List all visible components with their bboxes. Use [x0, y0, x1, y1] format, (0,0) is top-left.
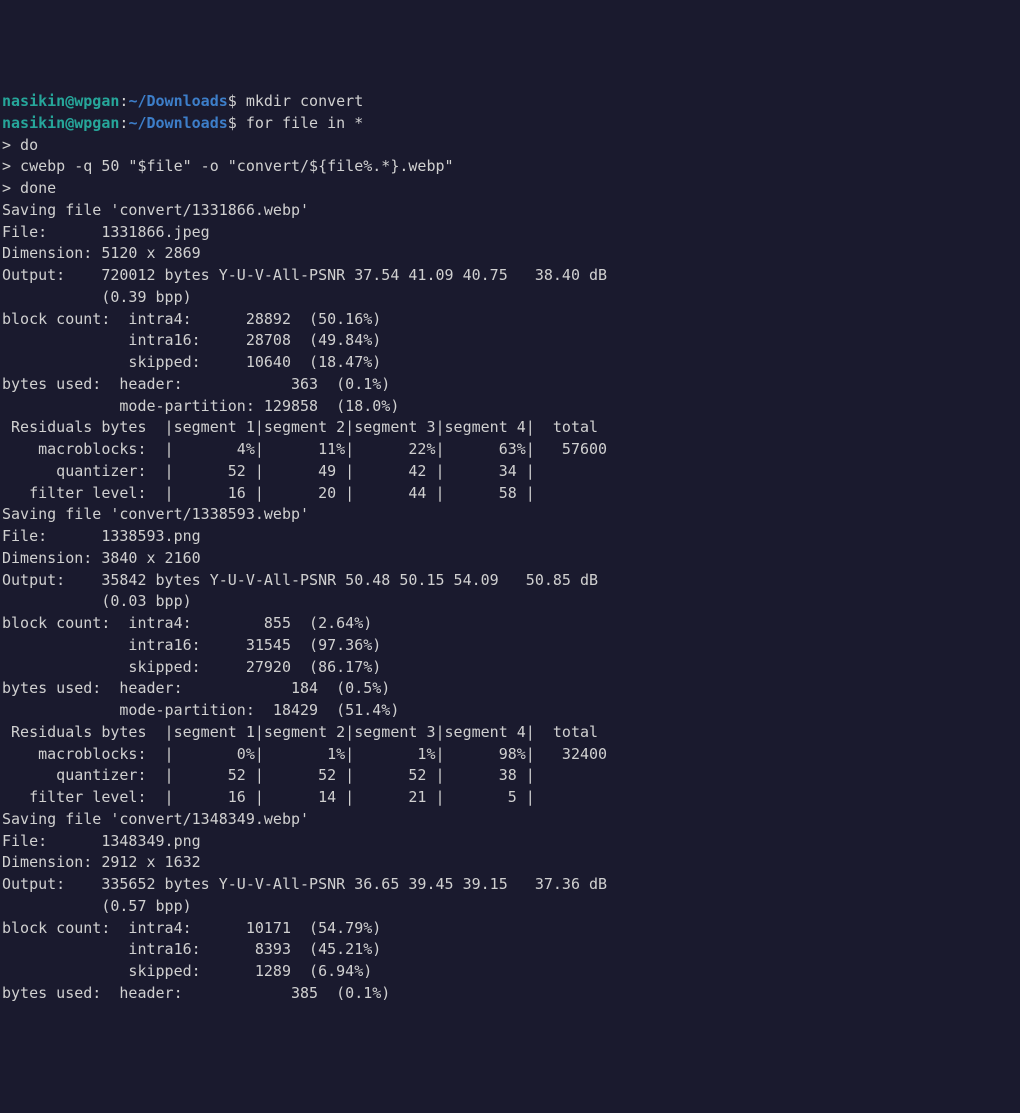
output-line: block count: intra4: 10171 (54.79%): [2, 919, 381, 937]
output-line: Residuals bytes |segment 1|segment 2|seg…: [2, 418, 598, 436]
output-line: Dimension: 2912 x 1632: [2, 853, 201, 871]
prompt-host: wpgan: [74, 92, 119, 110]
prompt-dollar: $: [228, 92, 237, 110]
output-line: bytes used: header: 363 (0.1%): [2, 375, 390, 393]
output-line: quantizer: | 52 | 49 | 42 | 34 |: [2, 462, 535, 480]
command-for: for file in *: [246, 114, 363, 132]
output-line: Output: 335652 bytes Y-U-V-All-PSNR 36.6…: [2, 875, 607, 893]
output-line: File: 1331866.jpeg: [2, 223, 210, 241]
output-line: File: 1348349.png: [2, 832, 201, 850]
output-line: bytes used: header: 184 (0.5%): [2, 679, 390, 697]
output-line: quantizer: | 52 | 52 | 52 | 38 |: [2, 766, 535, 784]
output-line: skipped: 1289 (6.94%): [2, 962, 372, 980]
output-line: block count: intra4: 855 (2.64%): [2, 614, 372, 632]
output-line: skipped: 10640 (18.47%): [2, 353, 381, 371]
output-line: Output: 720012 bytes Y-U-V-All-PSNR 37.5…: [2, 266, 607, 284]
command-do: > do: [2, 136, 38, 154]
prompt-path: ~/Downloads: [128, 92, 227, 110]
output-line: block count: intra4: 28892 (50.16%): [2, 310, 381, 328]
output-line: (0.03 bpp): [2, 592, 192, 610]
output-line: (0.57 bpp): [2, 897, 192, 915]
output-line: skipped: 27920 (86.17%): [2, 658, 381, 676]
output-line: macroblocks: | 4%| 11%| 22%| 63%| 57600: [2, 440, 607, 458]
prompt-path: ~/Downloads: [128, 114, 227, 132]
output-line: Saving file 'convert/1348349.webp': [2, 810, 309, 828]
output-line: (0.39 bpp): [2, 288, 192, 306]
prompt-user: nasikin: [2, 114, 65, 132]
prompt-user: nasikin: [2, 92, 65, 110]
output-line: macroblocks: | 0%| 1%| 1%| 98%| 32400: [2, 745, 607, 763]
output-line: intra16: 8393 (45.21%): [2, 940, 381, 958]
output-line: mode-partition: 18429 (51.4%): [2, 701, 399, 719]
prompt-host: wpgan: [74, 114, 119, 132]
prompt-at: @: [65, 114, 74, 132]
terminal-output[interactable]: nasikin@wpgan:~/Downloads$ mkdir convert…: [2, 91, 1018, 1005]
output-line: bytes used: header: 385 (0.1%): [2, 984, 390, 1002]
output-line: mode-partition: 129858 (18.0%): [2, 397, 399, 415]
output-line: Output: 35842 bytes Y-U-V-All-PSNR 50.48…: [2, 571, 598, 589]
output-line: Saving file 'convert/1338593.webp': [2, 505, 309, 523]
command-done: > done: [2, 179, 56, 197]
command-cwebp: > cwebp -q 50 "$file" -o "convert/${file…: [2, 157, 454, 175]
output-line: filter level: | 16 | 14 | 21 | 5 |: [2, 788, 535, 806]
prompt-at: @: [65, 92, 74, 110]
output-line: Dimension: 3840 x 2160: [2, 549, 201, 567]
output-line: Residuals bytes |segment 1|segment 2|seg…: [2, 723, 598, 741]
prompt-dollar: $: [228, 114, 237, 132]
output-line: File: 1338593.png: [2, 527, 201, 545]
output-line: filter level: | 16 | 20 | 44 | 58 |: [2, 484, 535, 502]
output-line: Dimension: 5120 x 2869: [2, 244, 201, 262]
output-line: intra16: 31545 (97.36%): [2, 636, 381, 654]
output-line: intra16: 28708 (49.84%): [2, 331, 381, 349]
command-mkdir: mkdir convert: [246, 92, 363, 110]
output-line: Saving file 'convert/1331866.webp': [2, 201, 309, 219]
